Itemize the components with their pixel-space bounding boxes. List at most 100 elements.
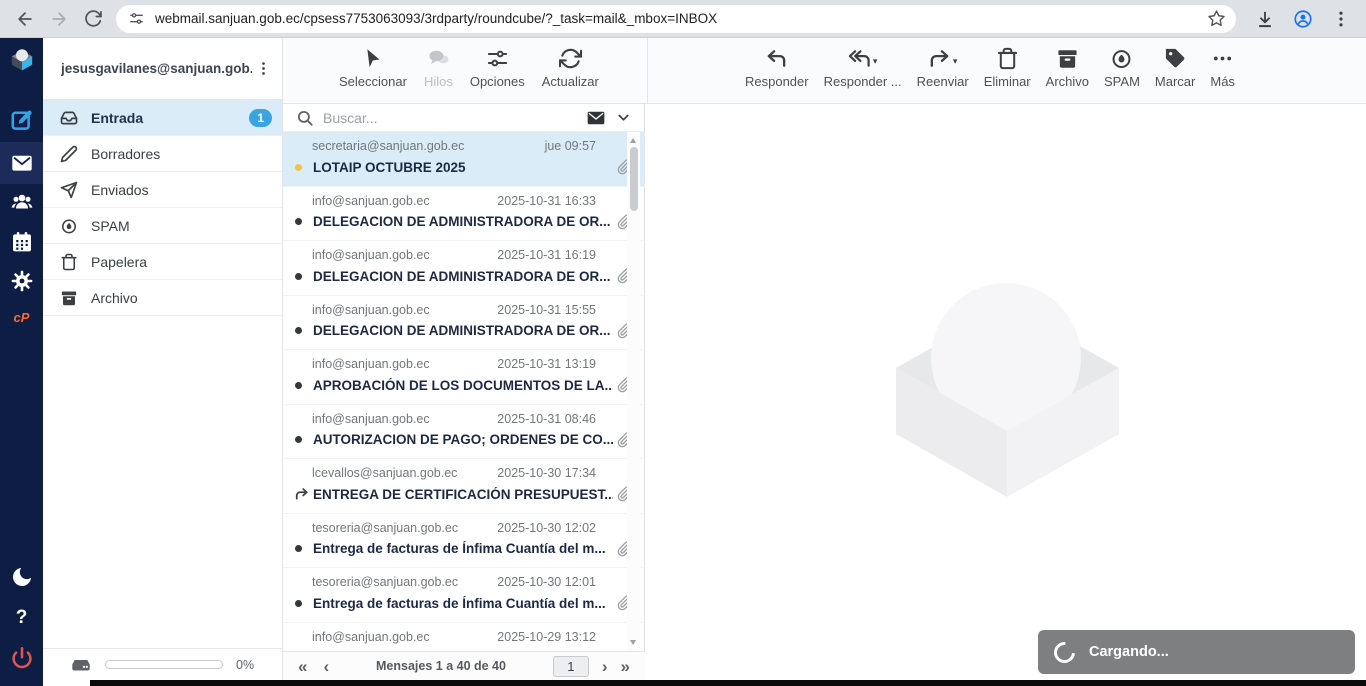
browser-forward-button[interactable] [42, 2, 76, 36]
cursor-icon [361, 47, 384, 70]
chevron-down-icon[interactable] [615, 109, 632, 126]
reply-button[interactable]: Responder [745, 45, 809, 89]
archive-box-icon [60, 289, 78, 307]
message-row[interactable]: info@sanjuan.gob.ec2025-10-31 13:19 APRO… [283, 350, 645, 405]
bookmark-star-icon[interactable] [1207, 9, 1226, 28]
refresh-icon [559, 47, 582, 70]
quota-percent: 0% [236, 658, 254, 672]
profile-button[interactable] [1286, 2, 1320, 36]
downloads-button[interactable] [1248, 2, 1282, 36]
disk-icon [70, 654, 92, 676]
account-menu-button[interactable] [252, 60, 274, 77]
browser-reload-button[interactable] [76, 2, 110, 36]
spam-button[interactable]: SPAM [1104, 45, 1140, 89]
roundcube-logo-icon [10, 48, 34, 72]
ellipsis-icon [1211, 47, 1234, 70]
folder-inbox[interactable]: Entrada 1 [43, 100, 282, 136]
reply-all-button[interactable]: ▾ Responder ... [824, 45, 902, 89]
folder-label: Borradores [91, 146, 160, 162]
message-row[interactable]: info@sanjuan.gob.ec2025-10-31 15:55 DELE… [283, 296, 645, 351]
select-button[interactable]: Seleccionar [339, 45, 407, 89]
scroll-down-arrow[interactable] [630, 640, 636, 645]
unread-icon[interactable] [295, 600, 313, 607]
unread-icon[interactable] [295, 218, 313, 225]
unread-icon[interactable] [295, 436, 313, 443]
message-row[interactable]: info@sanjuan.gob.ec2025-10-29 13:12 [283, 623, 645, 652]
message-subject: APROBACIÓN DE LOS DOCUMENTOS DE LA... [313, 378, 613, 393]
logout-button[interactable] [0, 646, 43, 670]
message-row[interactable]: tesoreria@sanjuan.gob.ec2025-10-30 12:02… [283, 514, 645, 569]
message-sender: info@sanjuan.gob.ec [312, 357, 430, 371]
page-number-box[interactable]: 1 [553, 656, 589, 677]
first-page-button[interactable]: « [298, 658, 307, 675]
url-text[interactable]: webmail.sanjuan.gob.ec/cpsess7753063093/… [155, 11, 1207, 26]
toolbar: Seleccionar Hilos Opciones Actualizar [283, 38, 1366, 104]
next-page-button[interactable]: › [602, 658, 608, 675]
mark-button[interactable]: Marcar [1155, 45, 1195, 89]
message-sender: tesoreria@sanjuan.gob.ec [312, 575, 458, 589]
browser-menu-button[interactable] [1324, 2, 1358, 36]
archive-button[interactable]: Archivo [1046, 45, 1089, 89]
unread-icon[interactable] [295, 327, 313, 334]
refresh-button[interactable]: Actualizar [542, 45, 599, 89]
trash-icon [996, 47, 1019, 70]
options-button[interactable]: Opciones [470, 45, 525, 89]
search-scope-mail-icon[interactable] [586, 108, 606, 128]
calendar-nav-button[interactable] [0, 230, 43, 254]
address-bar[interactable]: webmail.sanjuan.gob.ec/cpsess7753063093/… [116, 5, 1236, 33]
forward-icon [928, 47, 951, 70]
archive-box-icon [1056, 47, 1079, 70]
search-input[interactable] [323, 110, 577, 126]
more-button[interactable]: Más [1210, 45, 1235, 89]
dark-mode-toggle[interactable] [0, 565, 43, 589]
message-row[interactable]: info@sanjuan.gob.ec2025-10-31 08:46 AUTO… [283, 405, 645, 460]
message-subject: ENTREGA DE CERTIFICACIÓN PRESUPUEST... [313, 487, 613, 502]
message-subject: Entrega de facturas de Ínfima Cuantía de… [313, 596, 613, 611]
compose-nav-button[interactable] [0, 108, 43, 132]
message-list-panel: secretaria@sanjuan.gob.ecjue 09:57 LOTAI… [283, 104, 645, 680]
message-row[interactable]: tesoreria@sanjuan.gob.ec2025-10-30 12:01… [283, 568, 645, 623]
folder-label: SPAM [91, 218, 130, 234]
message-row[interactable]: info@sanjuan.gob.ec2025-10-31 16:33 DELE… [283, 187, 645, 242]
unread-icon[interactable] [295, 273, 313, 280]
forward-button[interactable]: ▾ Reenviar [917, 45, 969, 89]
message-row[interactable]: lcevallos@sanjuan.gob.ec2025-10-30 17:34… [283, 459, 645, 514]
browser-back-button[interactable] [8, 2, 42, 36]
loading-text: Cargando... [1089, 644, 1169, 660]
search-icon[interactable] [296, 109, 314, 127]
site-settings-icon[interactable] [128, 10, 145, 27]
delete-button[interactable]: Eliminar [984, 45, 1031, 89]
message-sender: info@sanjuan.gob.ec [312, 194, 430, 208]
mail-nav-button[interactable] [0, 151, 43, 175]
contacts-nav-button[interactable] [0, 190, 43, 214]
scrollbar-thumb[interactable] [630, 147, 638, 211]
unread-icon[interactable] [295, 545, 313, 552]
dropdown-caret-icon[interactable]: ▾ [873, 56, 878, 70]
message-sender: info@sanjuan.gob.ec [312, 630, 430, 644]
scroll-up-arrow[interactable] [630, 138, 636, 143]
message-row[interactable]: info@sanjuan.gob.ec2025-10-31 16:19 DELE… [283, 241, 645, 296]
inbox-icon [60, 109, 78, 127]
folder-archive[interactable]: Archivo [43, 280, 282, 316]
threads-button[interactable]: Hilos [424, 45, 453, 89]
message-list: secretaria@sanjuan.gob.ecjue 09:57 LOTAI… [283, 132, 645, 651]
folder-spam[interactable]: SPAM [43, 208, 282, 244]
cpanel-logo[interactable]: cP [0, 310, 43, 325]
loading-toast: Cargando... [1038, 630, 1355, 674]
app-rail: cP ? [0, 38, 43, 686]
folder-drafts[interactable]: Borradores [43, 136, 282, 172]
list-scrollbar[interactable] [627, 132, 640, 651]
settings-nav-button[interactable] [0, 269, 43, 293]
reply-icon [765, 47, 788, 70]
flame-icon [1110, 47, 1133, 70]
message-row[interactable]: secretaria@sanjuan.gob.ecjue 09:57 LOTAI… [283, 132, 645, 187]
dropdown-caret-icon[interactable]: ▾ [953, 56, 958, 70]
flagged-icon[interactable] [295, 164, 313, 171]
pagination-bar: « ‹ Mensajes 1 a 40 de 40 1 › » [283, 651, 645, 680]
folder-sent[interactable]: Enviados [43, 172, 282, 208]
folder-trash[interactable]: Papelera [43, 244, 282, 280]
unread-icon[interactable] [295, 382, 313, 389]
last-page-button[interactable]: » [621, 658, 630, 675]
browser-actions [1246, 2, 1360, 36]
help-button[interactable]: ? [0, 607, 43, 629]
